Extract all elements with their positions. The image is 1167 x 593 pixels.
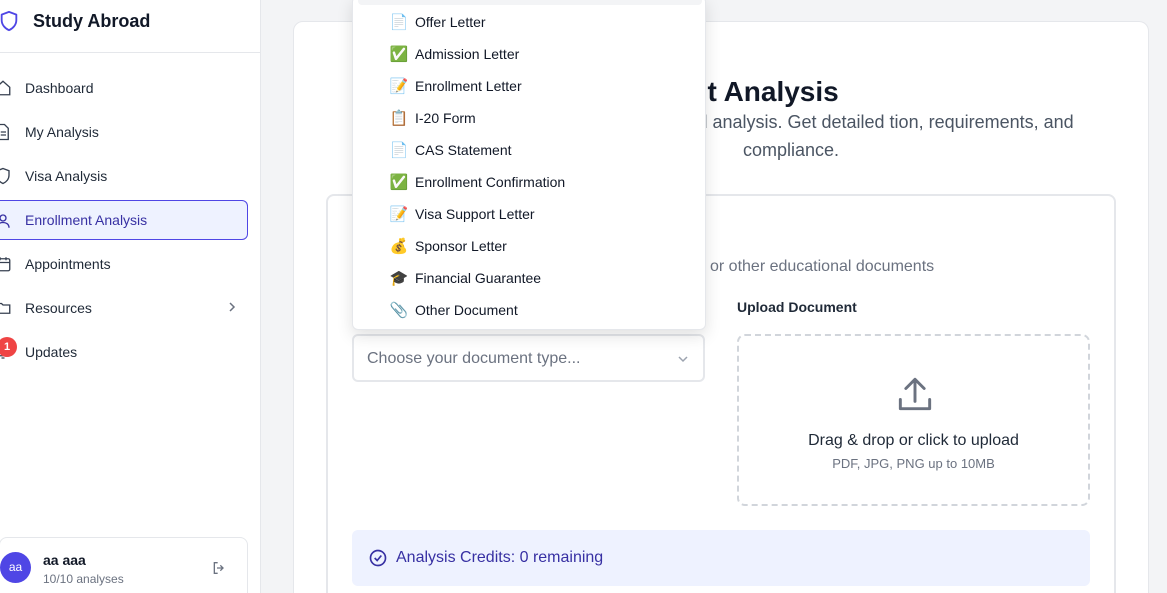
user-icon	[0, 214, 10, 228]
brand[interactable]: Study Abroad	[0, 0, 260, 53]
chevron-right-icon	[229, 302, 236, 312]
sidebar-item-visa-analysis[interactable]: Visa Analysis	[0, 156, 248, 196]
sidebar-item-label: Updates	[25, 344, 78, 360]
option-label: Enrollment Confirmation	[415, 174, 566, 190]
folder-icon	[0, 302, 11, 314]
money-bag-icon: 💰	[389, 237, 409, 255]
option-label: Admission Letter	[415, 46, 520, 62]
memo-icon: 📝	[389, 205, 409, 223]
check-mark-icon: ✅	[389, 173, 409, 191]
sidebar-item-my-analysis[interactable]: My Analysis	[0, 112, 248, 152]
check-circle-icon	[369, 549, 387, 567]
document-icon	[0, 123, 9, 141]
memo-icon: 📝	[389, 77, 409, 95]
dropzone-hint: PDF, JPG, PNG up to 10MB	[832, 456, 995, 471]
dropdown-option-admission-letter[interactable]: ✅ Admission Letter	[353, 38, 705, 70]
sidebar-item-label: Dashboard	[25, 80, 94, 96]
dropzone-title: Drag & drop or click to upload	[808, 432, 1019, 449]
option-label: Enrollment Letter	[415, 78, 522, 94]
sidebar-item-appointments[interactable]: Appointments	[0, 244, 248, 284]
sidebar-item-label: Visa Analysis	[25, 168, 108, 184]
sidebar-item-label: Appointments	[25, 256, 111, 272]
sidebar-item-label: Enrollment Analysis	[25, 212, 148, 228]
sidebar-item-updates[interactable]: Updates	[0, 332, 248, 372]
chevron-down-icon	[678, 356, 688, 363]
option-label: Visa Support Letter	[415, 206, 535, 222]
user-name: aa aaa	[43, 552, 86, 568]
user-analyses-count: 10/10 analyses	[43, 572, 124, 586]
document-type-dropdown: 📄 Offer Letter ✅ Admission Letter 📝 Enro…	[352, 0, 706, 330]
sidebar: Study Abroad Dashboard My Analysis Visa …	[0, 0, 261, 593]
dropdown-option-offer-letter[interactable]: 📄 Offer Letter	[353, 6, 705, 38]
upload-icon	[898, 377, 932, 411]
dropdown-option-i20-form[interactable]: 📋 I-20 Form	[353, 102, 705, 134]
dropdown-option-sponsor-letter[interactable]: 💰 Sponsor Letter	[353, 230, 705, 262]
dropdown-option-cas-statement[interactable]: 📄 CAS Statement	[353, 134, 705, 166]
graduation-cap-icon: 🎓	[389, 269, 409, 287]
document-type-select[interactable]: Choose your document type...	[352, 334, 705, 382]
card-description: or other educational documents	[710, 258, 935, 275]
dropdown-highlight	[358, 0, 702, 5]
option-label: Offer Letter	[415, 14, 486, 30]
sidebar-item-dashboard[interactable]: Dashboard	[0, 68, 248, 108]
logout-icon[interactable]	[211, 560, 227, 576]
document-icon: 📄	[389, 13, 409, 31]
sidebar-item-label: My Analysis	[25, 124, 99, 140]
dropdown-option-enrollment-confirmation[interactable]: ✅ Enrollment Confirmation	[353, 166, 705, 198]
paperclip-icon: 📎	[389, 301, 409, 319]
dropdown-option-other-document[interactable]: 📎 Other Document	[353, 294, 705, 326]
option-label: Financial Guarantee	[415, 270, 542, 286]
dropdown-option-financial-guarantee[interactable]: 🎓 Financial Guarantee	[353, 262, 705, 294]
option-label: CAS Statement	[415, 142, 512, 158]
option-label: I-20 Form	[415, 110, 476, 126]
credits-text: Analysis Credits: 0 remaining	[396, 549, 604, 566]
dropdown-option-visa-support-letter[interactable]: 📝 Visa Support Letter	[353, 198, 705, 230]
option-label: Other Document	[415, 302, 518, 318]
sidebar-item-resources[interactable]: Resources	[0, 288, 248, 328]
calendar-icon	[0, 257, 11, 272]
user-card: aa aa aaa 10/10 analyses	[0, 537, 248, 593]
sidebar-item-label: Resources	[25, 300, 92, 316]
select-placeholder: Choose your document type...	[367, 350, 581, 367]
home-icon	[0, 80, 11, 96]
sidebar-item-enrollment-analysis[interactable]: Enrollment Analysis	[0, 200, 248, 240]
shield-logo-icon	[0, 10, 18, 32]
document-icon: 📄	[389, 141, 409, 159]
clipboard-icon: 📋	[389, 109, 409, 127]
app-title: Study Abroad	[33, 11, 151, 31]
shield-icon	[0, 167, 10, 185]
upload-dropzone[interactable]: Drag & drop or click to upload PDF, JPG,…	[737, 334, 1090, 506]
dropdown-option-enrollment-letter[interactable]: 📝 Enrollment Letter	[353, 70, 705, 102]
upload-label: Upload Document	[737, 299, 857, 315]
check-mark-icon: ✅	[389, 45, 409, 63]
option-label: Sponsor Letter	[415, 238, 507, 254]
avatar: aa	[0, 552, 31, 583]
credits-banner: Analysis Credits: 0 remaining	[352, 530, 1090, 586]
